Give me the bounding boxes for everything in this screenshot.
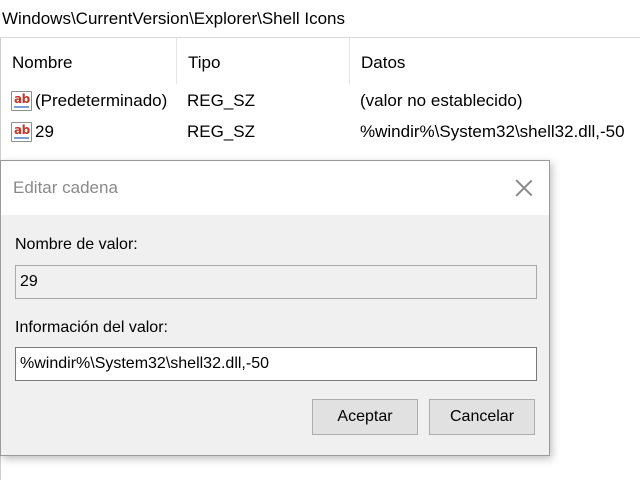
value-name-field: 29 — [15, 265, 537, 299]
edit-string-dialog: Editar cadena Nombre de valor: 29 Inform… — [0, 160, 550, 456]
registry-path-bar[interactable]: Windows\CurrentVersion\Explorer\Shell Ic… — [0, 0, 640, 38]
dialog-title: Editar cadena — [13, 178, 118, 197]
row-type: REG_SZ — [187, 91, 256, 110]
close-icon[interactable] — [509, 173, 539, 203]
row-type: REG_SZ — [187, 122, 256, 141]
value-data-label: Información del valor: — [15, 319, 168, 336]
value-data-input[interactable]: %windir%\System32\shell32.dll,-50 — [15, 347, 537, 381]
table-row[interactable]: ab 29 REG_SZ %windir%\System32\shell32.d… — [1, 117, 640, 147]
ok-button[interactable]: Aceptar — [312, 399, 418, 435]
row-name: 29 — [35, 122, 54, 141]
reg-string-icon: ab — [11, 91, 32, 111]
table-row[interactable]: ab (Predeterminado) REG_SZ (valor no est… — [1, 86, 640, 116]
column-header-data[interactable]: Datos — [350, 38, 640, 84]
row-data: %windir%\System32\shell32.dll,-50 — [360, 122, 625, 141]
dialog-titlebar[interactable]: Editar cadena — [1, 161, 549, 215]
cancel-button[interactable]: Cancelar — [429, 399, 535, 435]
column-header-type[interactable]: Tipo — [177, 38, 350, 84]
column-header-name[interactable]: Nombre — [1, 38, 177, 84]
row-data: (valor no establecido) — [360, 91, 523, 110]
column-header: Nombre Tipo Datos — [1, 38, 640, 84]
row-name: (Predeterminado) — [35, 91, 168, 110]
reg-string-icon: ab — [11, 122, 32, 142]
value-name-label: Nombre de valor: — [15, 236, 138, 253]
